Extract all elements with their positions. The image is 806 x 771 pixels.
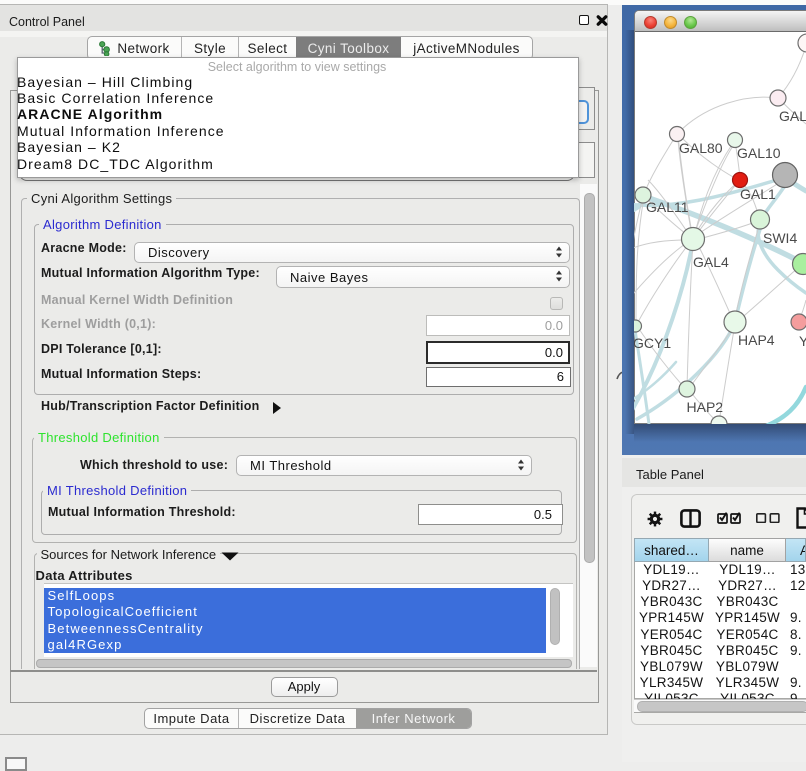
- svg-text:GAL80: GAL80: [679, 140, 723, 156]
- svg-text:GAL7: GAL7: [779, 108, 806, 124]
- svg-text:Y: Y: [799, 333, 806, 349]
- svg-text:GAL4: GAL4: [693, 254, 729, 270]
- svg-text:GAL11: GAL11: [646, 199, 689, 215]
- svg-text:GAL1: GAL1: [740, 186, 776, 202]
- svg-text:GAL10: GAL10: [737, 145, 781, 161]
- svg-text:HAP4: HAP4: [738, 332, 775, 348]
- svg-text:HAP2: HAP2: [687, 399, 724, 415]
- svg-text:GCY1: GCY1: [634, 335, 671, 351]
- svg-text:SWI4: SWI4: [763, 230, 797, 246]
